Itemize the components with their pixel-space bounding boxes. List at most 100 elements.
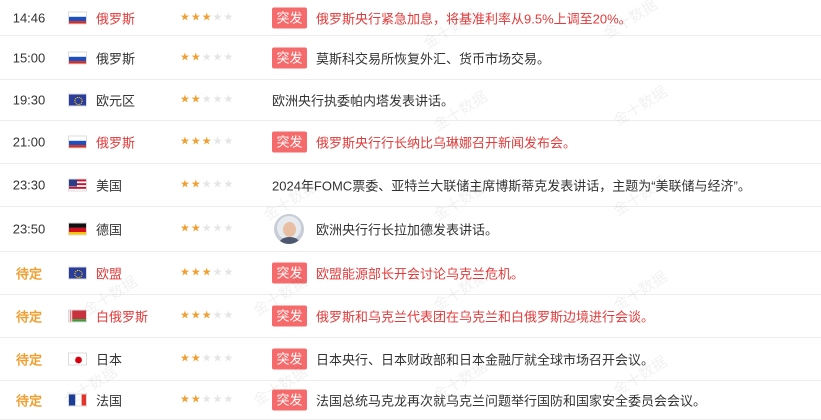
eu-flag	[68, 266, 87, 280]
event-row[interactable]: 21:00 俄罗斯 ★★★★★ 突发 俄罗斯央行行长纳比乌琳娜召开新闻发布会。	[0, 121, 821, 164]
star-empty-icon: ★	[223, 222, 235, 235]
star-empty-icon: ★	[223, 135, 235, 148]
event-row[interactable]: 待定 欧盟 ★★★★★ 突发 欧盟能源部长开会讨论乌克兰危机。	[0, 252, 821, 295]
star-empty-icon: ★	[201, 352, 213, 365]
star-filled-icon: ★	[190, 178, 202, 191]
breaking-badge: 突发	[272, 348, 307, 370]
event-country: 欧盟	[96, 266, 123, 282]
importance-stars: ★★★★★	[180, 135, 235, 148]
star-filled-icon: ★	[201, 11, 213, 23]
event-country: 俄罗斯	[96, 11, 136, 26]
star-empty-icon: ★	[223, 178, 235, 191]
breaking-badge: 突发	[272, 7, 307, 28]
star-empty-icon: ★	[212, 51, 224, 64]
star-filled-icon: ★	[180, 178, 191, 191]
star-empty-icon: ★	[212, 11, 224, 23]
event-row[interactable]: 23:30 美国 ★★★★★ 2024年FOMC票委、亚特兰大联储主席博斯蒂克发表讲话…	[0, 164, 821, 207]
event-time: 21:00	[12, 134, 46, 150]
usa-flag	[68, 178, 87, 192]
breaking-badge: 突发	[272, 131, 307, 153]
star-filled-icon: ★	[180, 135, 191, 148]
event-country: 德国	[96, 222, 123, 238]
event-time: 待定	[15, 352, 42, 368]
event-country: 美国	[96, 178, 123, 194]
star-filled-icon: ★	[180, 222, 191, 235]
star-empty-icon: ★	[212, 222, 224, 235]
event-country: 白俄罗斯	[96, 309, 149, 325]
event-time: 待定	[15, 393, 42, 409]
star-empty-icon: ★	[223, 352, 235, 365]
event-time: 23:30	[12, 177, 46, 193]
star-empty-icon: ★	[201, 178, 213, 191]
breaking-badge: 突发	[272, 262, 307, 284]
star-filled-icon: ★	[180, 352, 191, 365]
belarus-flag	[68, 309, 87, 323]
star-empty-icon: ★	[201, 222, 213, 235]
event-content[interactable]: 法国总统马克龙再次就乌克兰问题举行国防和国家安全委员会会议。	[316, 391, 706, 410]
star-empty-icon: ★	[223, 266, 235, 279]
event-country: 俄罗斯	[96, 51, 136, 67]
star-empty-icon: ★	[223, 309, 235, 322]
star-empty-icon: ★	[223, 93, 235, 106]
importance-stars: ★★★★★	[180, 309, 235, 322]
event-content[interactable]: 日本央行、日本财政部和日本金融厅就全球市场召开会议。	[316, 350, 654, 369]
star-filled-icon: ★	[180, 266, 191, 279]
russia-flag	[68, 135, 87, 149]
event-content[interactable]: 2024年FOMC票委、亚特兰大联储主席博斯蒂克发表讲话，主题为“美联储与经济”…	[272, 176, 751, 195]
importance-stars: ★★★★★	[180, 266, 235, 279]
russia-flag	[68, 11, 87, 24]
star-empty-icon: ★	[212, 266, 224, 279]
event-content[interactable]: 欧盟能源部长开会讨论乌克兰危机。	[316, 264, 524, 283]
star-filled-icon: ★	[190, 222, 202, 235]
event-content[interactable]: 俄罗斯和乌克兰代表团在乌克兰和白俄罗斯边境进行会谈。	[316, 307, 654, 326]
event-row[interactable]: 待定 日本 ★★★★★ 突发 日本央行、日本财政部和日本金融厅就全球市场召开会议。	[0, 338, 821, 381]
event-row[interactable]: 待定 白俄罗斯 ★★★★★ 突发 俄罗斯和乌克兰代表团在乌克兰和白俄罗斯边境进行会谈。	[0, 295, 821, 338]
star-empty-icon: ★	[201, 51, 213, 64]
event-row[interactable]: 23:50 德国 ★★★★★ 欧洲央行行长拉加德发表讲话。	[0, 207, 821, 252]
star-empty-icon: ★	[223, 393, 235, 406]
event-row[interactable]: 14:46 俄罗斯 ★★★★★ 突发 俄罗斯央行紧急加息，将基准利率从9.5%上调至20…	[0, 0, 821, 36]
star-filled-icon: ★	[190, 51, 202, 64]
event-country: 俄罗斯	[96, 135, 136, 151]
importance-stars: ★★★★★	[180, 93, 235, 106]
event-content[interactable]: 俄罗斯央行行长纳比乌琳娜召开新闻发布会。	[316, 133, 576, 152]
star-filled-icon: ★	[190, 135, 202, 148]
star-filled-icon: ★	[190, 93, 202, 106]
event-time: 待定	[15, 266, 42, 282]
star-empty-icon: ★	[212, 393, 224, 406]
event-content[interactable]: 欧洲央行行长拉加德发表讲话。	[316, 220, 498, 239]
star-empty-icon: ★	[212, 352, 224, 365]
germany-flag	[68, 222, 87, 236]
france-flag	[68, 393, 87, 407]
event-time: 待定	[15, 309, 42, 325]
event-time: 14:46	[12, 10, 46, 25]
importance-stars: ★★★★★	[180, 352, 235, 365]
star-empty-icon: ★	[223, 51, 235, 64]
event-row[interactable]: 19:30 欧元区 ★★★★★ 欧洲央行执委帕内塔发表讲话。	[0, 80, 821, 121]
event-country: 法国	[96, 393, 123, 409]
importance-stars: ★★★★★	[180, 12, 234, 23]
importance-stars: ★★★★★	[180, 393, 235, 406]
event-row[interactable]: 待定 法国 ★★★★★ 突发 法国总统马克龙再次就乌克兰问题举行国防和国家安全委员会会议…	[0, 381, 821, 420]
breaking-badge: 突发	[272, 389, 307, 411]
breaking-badge: 突发	[272, 47, 307, 69]
event-time: 23:50	[12, 221, 46, 237]
event-content[interactable]: 莫斯科交易所恢复外汇、货币市场交易。	[316, 49, 550, 68]
star-filled-icon: ★	[190, 266, 202, 279]
star-filled-icon: ★	[180, 309, 191, 322]
star-filled-icon: ★	[190, 352, 202, 365]
star-filled-icon: ★	[180, 393, 191, 406]
event-content[interactable]: 欧洲央行执委帕内塔发表讲话。	[272, 91, 454, 110]
star-filled-icon: ★	[190, 309, 202, 322]
event-country: 日本	[96, 352, 123, 368]
japan-flag	[68, 352, 87, 366]
star-filled-icon: ★	[201, 309, 213, 322]
star-empty-icon: ★	[201, 393, 213, 406]
breaking-badge: 突发	[272, 305, 307, 327]
importance-stars: ★★★★★	[180, 51, 235, 64]
event-time: 15:00	[12, 50, 46, 66]
event-content[interactable]: 俄罗斯央行紧急加息，将基准利率从9.5%上调至20%。	[316, 8, 632, 27]
event-row[interactable]: 15:00 俄罗斯 ★★★★★ 突发 莫斯科交易所恢复外汇、货币市场交易。	[0, 37, 821, 80]
importance-stars: ★★★★★	[180, 178, 235, 191]
star-filled-icon: ★	[180, 51, 191, 64]
